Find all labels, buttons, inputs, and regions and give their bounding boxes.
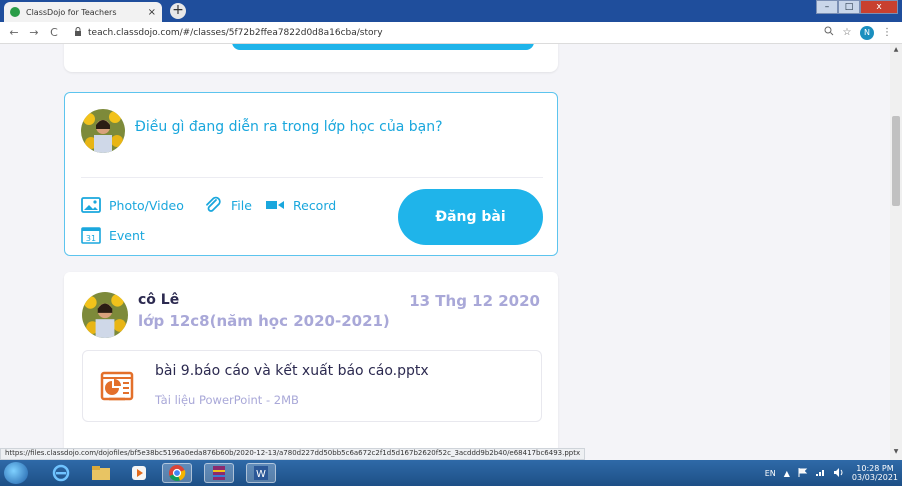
svg-text:W: W bbox=[256, 469, 266, 480]
classdojo-favicon-icon bbox=[10, 7, 20, 17]
attachment-type: Tài liệu PowerPoint - 2MB bbox=[155, 393, 299, 407]
event-button[interactable]: 31 Event bbox=[81, 227, 145, 244]
powerpoint-file-icon bbox=[100, 371, 134, 401]
window-controls: – □ x bbox=[816, 0, 898, 14]
file-button[interactable]: File bbox=[203, 196, 252, 213]
browser-tab[interactable]: ClassDojo for Teachers × bbox=[4, 2, 162, 22]
new-tab-button[interactable]: + bbox=[170, 3, 186, 19]
calendar-day: 31 bbox=[86, 234, 96, 243]
lock-icon bbox=[74, 27, 82, 38]
clock-date: 03/03/2021 bbox=[851, 473, 898, 482]
record-label: Record bbox=[293, 197, 337, 213]
image-icon bbox=[81, 197, 101, 213]
browser-tabbar: ClassDojo for Teachers × + – □ x bbox=[0, 0, 902, 22]
post-author[interactable]: cô Lê bbox=[138, 292, 179, 308]
photo-video-label: Photo/Video bbox=[109, 197, 184, 213]
minimize-button[interactable]: – bbox=[816, 0, 838, 14]
page-scrollbar[interactable]: ▲ ▼ bbox=[890, 44, 902, 460]
clock-time: 10:28 PM bbox=[856, 464, 894, 473]
back-button[interactable]: ← bbox=[6, 26, 22, 39]
previous-card-button[interactable] bbox=[232, 44, 534, 50]
file-attachment[interactable]: bài 9.báo cáo và kết xuất báo cáo.pptx T… bbox=[82, 350, 542, 422]
reload-button[interactable]: C bbox=[46, 26, 62, 39]
media-player-icon[interactable] bbox=[124, 463, 154, 483]
zoom-icon[interactable] bbox=[820, 26, 838, 39]
network-icon[interactable] bbox=[815, 468, 826, 478]
post-composer: Điều gì đang diễn ra trong lớp học của b… bbox=[64, 92, 558, 256]
attachment-name[interactable]: bài 9.báo cáo và kết xuất báo cáo.pptx bbox=[155, 363, 429, 379]
close-window-button[interactable]: x bbox=[860, 0, 898, 14]
teacher-avatar bbox=[81, 109, 125, 153]
profile-avatar[interactable]: N bbox=[860, 25, 874, 40]
record-button[interactable]: Record bbox=[265, 197, 336, 213]
volume-icon[interactable] bbox=[833, 467, 844, 479]
maximize-button[interactable]: □ bbox=[838, 0, 860, 14]
forward-button[interactable]: → bbox=[26, 26, 42, 39]
file-label: File bbox=[231, 197, 252, 213]
taskbar: W EN ▲ 10:28 PM 03/03/2021 bbox=[0, 460, 902, 486]
story-post: cô Lê lớp 12c8(năm học 2020-2021) 13 Thg… bbox=[64, 272, 558, 460]
file-explorer-icon[interactable] bbox=[86, 463, 116, 483]
bookmark-star-icon[interactable]: ☆ bbox=[838, 27, 856, 38]
previous-card bbox=[64, 44, 558, 72]
scroll-down-icon[interactable]: ▼ bbox=[890, 448, 902, 458]
winrar-icon[interactable] bbox=[204, 463, 234, 483]
link-status-bubble: https://files.classdojo.com/dojofiles/bf… bbox=[0, 448, 586, 460]
composer-divider bbox=[81, 177, 543, 178]
composer-prompt[interactable]: Điều gì đang diễn ra trong lớp học của b… bbox=[135, 119, 443, 135]
event-label: Event bbox=[109, 227, 145, 243]
clock[interactable]: 10:28 PM 03/03/2021 bbox=[852, 464, 898, 482]
action-center-flag-icon[interactable] bbox=[798, 467, 808, 479]
language-indicator[interactable]: EN bbox=[765, 469, 776, 478]
url-field[interactable]: teach.classdojo.com/#/classes/5f72b2ffea… bbox=[88, 28, 820, 38]
post-date: 13 Thg 12 2020 bbox=[409, 292, 540, 310]
tray-expand-icon[interactable]: ▲ bbox=[784, 469, 790, 478]
internet-explorer-icon[interactable] bbox=[46, 463, 76, 483]
chrome-icon[interactable] bbox=[162, 463, 192, 483]
menu-kebab-icon[interactable]: ⋮ bbox=[878, 27, 896, 38]
author-avatar[interactable] bbox=[82, 292, 128, 338]
address-bar: ← → C teach.classdojo.com/#/classes/5f72… bbox=[0, 22, 902, 44]
post-button[interactable]: Đăng bài bbox=[398, 189, 543, 245]
story-feed: Điều gì đang diễn ra trong lớp học của b… bbox=[0, 44, 890, 460]
calendar-icon: 31 bbox=[81, 227, 101, 244]
photo-video-button[interactable]: Photo/Video bbox=[81, 197, 184, 213]
tab-close-icon[interactable]: × bbox=[148, 7, 156, 18]
post-class-name: lớp 12c8(năm học 2020-2021) bbox=[138, 312, 390, 330]
video-camera-icon bbox=[265, 197, 285, 213]
start-button[interactable] bbox=[4, 462, 28, 484]
paperclip-icon bbox=[203, 196, 223, 213]
scroll-up-icon[interactable]: ▲ bbox=[890, 46, 902, 56]
word-icon[interactable]: W bbox=[246, 463, 276, 483]
system-tray: EN ▲ 10:28 PM 03/03/2021 bbox=[765, 464, 898, 482]
scroll-thumb[interactable] bbox=[892, 116, 900, 206]
tab-title: ClassDojo for Teachers bbox=[26, 7, 117, 17]
